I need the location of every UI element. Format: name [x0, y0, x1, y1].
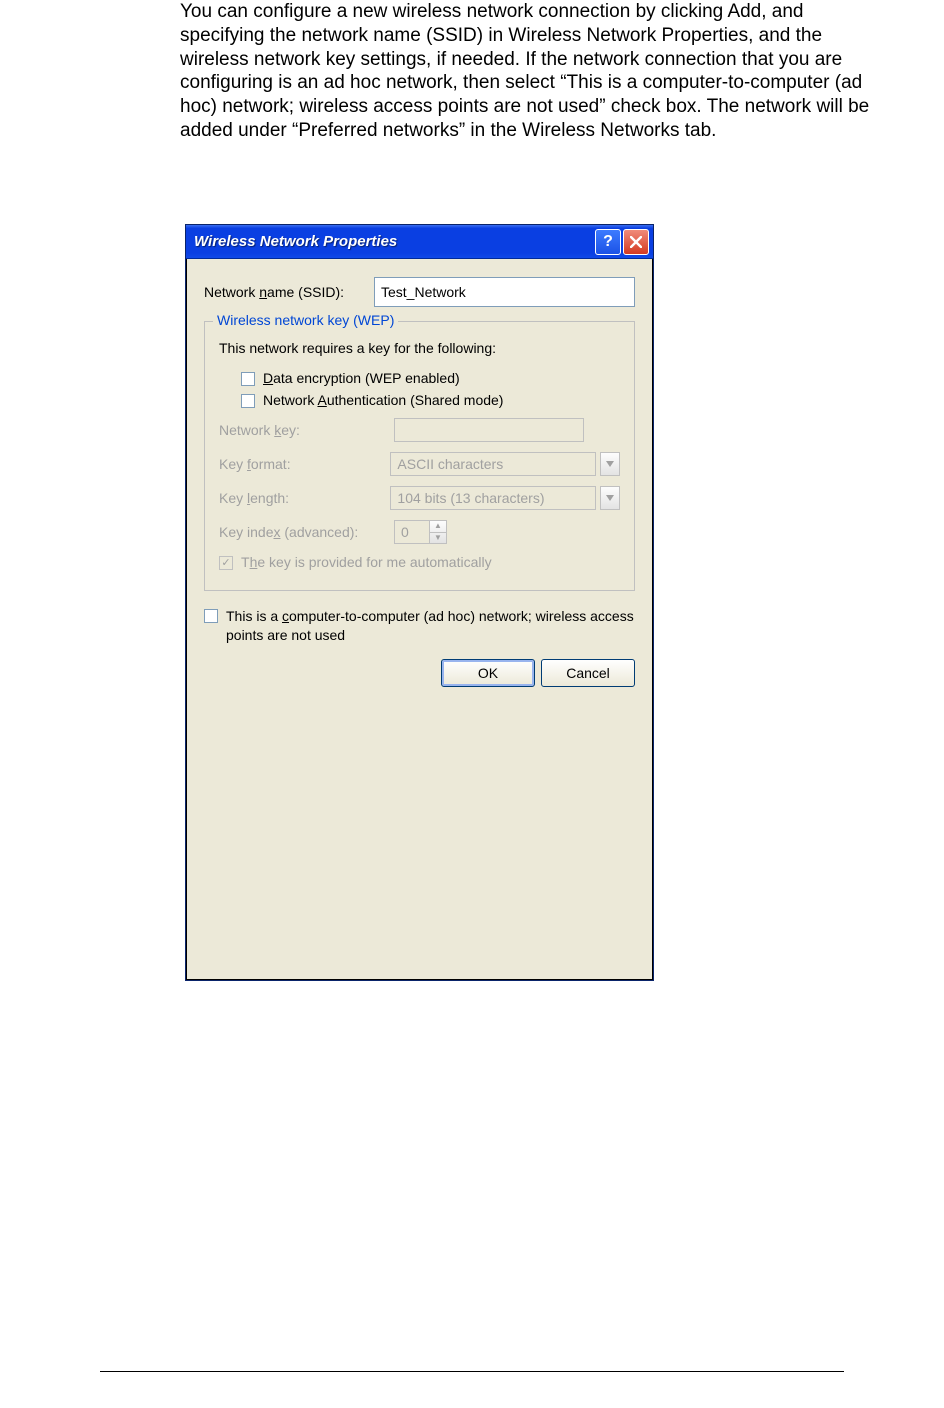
- spin-down-icon: ▼: [430, 533, 446, 544]
- chevron-down-icon: [600, 486, 620, 510]
- wep-groupbox: Wireless network key (WEP) This network …: [204, 321, 635, 591]
- window-title: Wireless Network Properties: [194, 233, 593, 250]
- page-footer-divider: [100, 1371, 844, 1372]
- intro-paragraph: You can configure a new wireless network…: [180, 0, 890, 143]
- help-button[interactable]: ?: [595, 229, 621, 255]
- key-index-stepper: ▲ ▼: [394, 520, 447, 544]
- key-index-label: Key index (advanced):: [219, 524, 394, 540]
- network-key-label: Network key:: [219, 422, 394, 438]
- requires-text: This network requires a key for the foll…: [219, 340, 620, 356]
- key-format-select: ASCII characters: [390, 452, 596, 476]
- ssid-input[interactable]: [374, 277, 635, 307]
- close-icon: [630, 236, 642, 248]
- data-encryption-label: Data encryption (WEP enabled): [263, 370, 460, 386]
- key-length-label: Key length:: [219, 490, 390, 506]
- cancel-button[interactable]: Cancel: [541, 659, 635, 687]
- network-key-input: [394, 418, 584, 442]
- wireless-properties-dialog: Wireless Network Properties ? Network na…: [185, 224, 654, 981]
- ok-button[interactable]: OK: [441, 659, 535, 687]
- key-index-input: [394, 520, 430, 544]
- ssid-label: Network name (SSID):: [204, 284, 374, 300]
- adhoc-checkbox[interactable]: [204, 609, 218, 623]
- close-button[interactable]: [623, 229, 649, 255]
- data-encryption-checkbox[interactable]: [241, 372, 255, 386]
- chevron-down-icon: [600, 452, 620, 476]
- key-length-select: 104 bits (13 characters): [390, 486, 596, 510]
- help-icon: ?: [603, 233, 613, 251]
- auto-key-label: The key is provided for me automatically: [241, 554, 492, 570]
- key-format-label: Key format:: [219, 456, 390, 472]
- network-auth-checkbox[interactable]: [241, 394, 255, 408]
- auto-key-checkbox: [219, 556, 233, 570]
- adhoc-label: This is a computer-to-computer (ad hoc) …: [226, 607, 635, 645]
- network-auth-label: Network Authentication (Shared mode): [263, 392, 503, 408]
- wep-legend: Wireless network key (WEP): [213, 312, 398, 328]
- title-bar[interactable]: Wireless Network Properties ?: [186, 225, 653, 259]
- spin-up-icon: ▲: [430, 521, 446, 533]
